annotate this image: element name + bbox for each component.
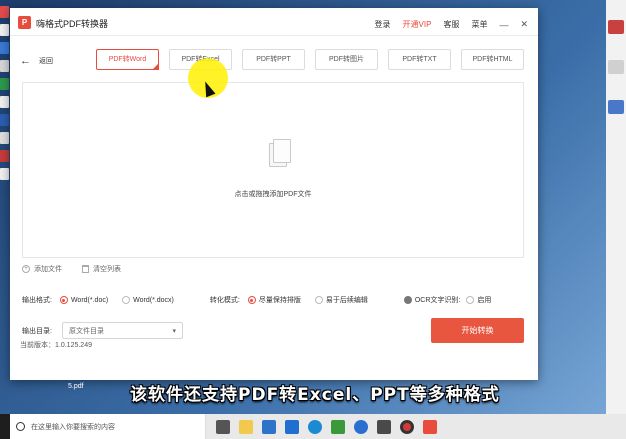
desktop-icon[interactable] bbox=[0, 96, 9, 108]
format-docx-radio[interactable]: Word(*.docx) bbox=[122, 296, 174, 304]
desktop-icon[interactable] bbox=[0, 6, 9, 18]
back-label: 返回 bbox=[39, 58, 53, 65]
tab-pdf-to-image[interactable]: PDF转图片 bbox=[315, 49, 378, 70]
desktop-icon[interactable] bbox=[0, 132, 9, 144]
taskbar-search[interactable]: 在这里输入你要搜索的内容 bbox=[10, 414, 206, 439]
desktop-icon[interactable] bbox=[0, 114, 9, 126]
chevron-down-icon: ▾ bbox=[172, 327, 176, 335]
app-title: 嗨格式PDF转换器 bbox=[36, 19, 109, 29]
desktop-icon[interactable] bbox=[0, 78, 9, 90]
format-doc-radio[interactable]: Word(*.doc) bbox=[59, 296, 109, 304]
taskbar-icons bbox=[206, 419, 437, 434]
version-text: 当前版本：1.0.125.249 bbox=[20, 342, 92, 349]
desktop-icon-strip bbox=[0, 0, 10, 414]
mode-edit-label: 易于后续编辑 bbox=[325, 297, 368, 304]
taskbar-search-placeholder: 在这里输入你要搜索的内容 bbox=[31, 423, 115, 431]
tab-pdf-to-word[interactable]: PDF转Word bbox=[96, 49, 159, 70]
output-directory-value: 原文件目录 bbox=[68, 327, 104, 335]
top-menu: 登录 开通VIP 客服 菜单 — ✕ bbox=[375, 19, 528, 30]
record-icon[interactable] bbox=[400, 419, 414, 434]
vip-link[interactable]: 开通VIP bbox=[403, 19, 432, 30]
store-icon[interactable] bbox=[262, 419, 276, 434]
radio-unchecked-icon bbox=[466, 296, 475, 304]
output-label: 输出目录: bbox=[22, 327, 52, 335]
login-link[interactable]: 登录 bbox=[375, 19, 391, 30]
file-dropzone[interactable]: 点击或拖拽添加PDF文件 bbox=[22, 82, 524, 258]
file-actions: + 添加文件 清空列表 bbox=[22, 264, 121, 274]
app-icon[interactable] bbox=[354, 419, 368, 434]
task-view-icon[interactable] bbox=[216, 419, 230, 434]
clear-list-button[interactable]: 清空列表 bbox=[82, 264, 121, 274]
desktop-icon[interactable] bbox=[608, 60, 624, 74]
mode-keep-layout-radio[interactable]: 尽量保持排版 bbox=[247, 295, 301, 305]
close-button[interactable]: ✕ bbox=[520, 19, 528, 30]
app-icon[interactable] bbox=[377, 419, 391, 434]
tab-label: PDF转PPT bbox=[256, 56, 291, 63]
radio-unchecked-icon bbox=[314, 296, 323, 304]
document-icon bbox=[269, 139, 291, 167]
search-icon bbox=[16, 422, 25, 431]
ocr-label: OCR文字识别: bbox=[414, 297, 461, 304]
mode-keep-label: 尽量保持排版 bbox=[258, 297, 301, 304]
tab-pdf-to-ppt[interactable]: PDF转PPT bbox=[242, 49, 305, 70]
minimize-button[interactable]: — bbox=[499, 20, 508, 30]
add-file-button[interactable]: + 添加文件 bbox=[22, 264, 62, 274]
format-doc-label: Word(*.doc) bbox=[70, 296, 109, 304]
support-link[interactable]: 客服 bbox=[443, 19, 459, 30]
radio-unchecked-icon bbox=[122, 296, 131, 304]
desktop-right-panel bbox=[606, 0, 626, 414]
tab-label: PDF转TXT bbox=[402, 56, 437, 63]
radio-checked-icon bbox=[59, 296, 68, 304]
ocr-enable-radio[interactable]: 启用 bbox=[466, 295, 491, 305]
tab-label: PDF转图片 bbox=[329, 56, 364, 63]
output-row: 输出目录: 原文件目录 ▾ bbox=[22, 322, 183, 339]
title-bar: P 嗨格式PDF转换器 登录 开通VIP 客服 菜单 — ✕ bbox=[10, 8, 538, 36]
info-icon bbox=[403, 296, 412, 304]
dropzone-text: 点击或拖拽添加PDF文件 bbox=[234, 191, 312, 198]
desktop-icon[interactable] bbox=[0, 168, 9, 180]
trash-icon bbox=[82, 265, 89, 273]
app-window: P 嗨格式PDF转换器 登录 开通VIP 客服 菜单 — ✕ ← 返回 PDF转… bbox=[10, 8, 538, 380]
conversion-tabs: PDF转Word PDF转Excel PDF转PPT PDF转图片 PDF转TX… bbox=[96, 49, 524, 70]
options-row: 输出格式: Word(*.doc) Word(*.docx) 转化模式: 尽量保… bbox=[22, 295, 527, 305]
desktop-icon[interactable] bbox=[0, 150, 9, 162]
add-file-label: 添加文件 bbox=[34, 266, 62, 273]
start-button[interactable] bbox=[0, 414, 10, 439]
desktop-icon[interactable] bbox=[0, 60, 9, 72]
clear-list-label: 清空列表 bbox=[93, 266, 121, 273]
selected-corner-icon bbox=[152, 63, 159, 70]
format-label: 输出格式: bbox=[22, 297, 52, 304]
mail-icon[interactable] bbox=[285, 419, 299, 434]
format-docx-label: Word(*.docx) bbox=[133, 296, 174, 304]
output-directory-select[interactable]: 原文件目录 ▾ bbox=[61, 322, 183, 339]
start-convert-button[interactable]: 开始转换 bbox=[431, 318, 524, 343]
desktop-icon[interactable] bbox=[0, 24, 9, 36]
add-icon: + bbox=[22, 265, 30, 273]
mode-label: 转化模式: bbox=[209, 297, 240, 304]
desktop-icon[interactable] bbox=[608, 20, 624, 34]
back-arrow-icon: ← bbox=[20, 55, 31, 67]
back-button[interactable]: ← 返回 bbox=[20, 55, 53, 67]
taskbar: 在这里输入你要搜索的内容 bbox=[0, 414, 626, 439]
mode-easy-edit-radio[interactable]: 易于后续编辑 bbox=[314, 295, 368, 305]
app-icon[interactable] bbox=[331, 419, 345, 434]
app-logo-icon: P bbox=[18, 16, 31, 29]
desktop-file-label[interactable]: 5.pdf bbox=[68, 383, 84, 390]
tab-label: PDF转HTML bbox=[472, 56, 513, 63]
radio-checked-icon bbox=[247, 296, 256, 304]
edge-browser-icon[interactable] bbox=[308, 419, 322, 434]
desktop-icon[interactable] bbox=[608, 100, 624, 114]
tab-pdf-to-html[interactable]: PDF转HTML bbox=[461, 49, 524, 70]
file-explorer-icon[interactable] bbox=[239, 419, 253, 434]
ocr-enable-label: 启用 bbox=[477, 297, 492, 304]
pdf-converter-taskbar-icon[interactable] bbox=[423, 419, 437, 434]
tab-label: PDF转Word bbox=[108, 56, 147, 63]
menu-link[interactable]: 菜单 bbox=[471, 19, 487, 30]
desktop-icon[interactable] bbox=[0, 42, 9, 54]
video-subtitle: 该软件还支持PDF转Excel、PPT等多种格式 bbox=[130, 385, 500, 405]
tab-pdf-to-txt[interactable]: PDF转TXT bbox=[388, 49, 451, 70]
